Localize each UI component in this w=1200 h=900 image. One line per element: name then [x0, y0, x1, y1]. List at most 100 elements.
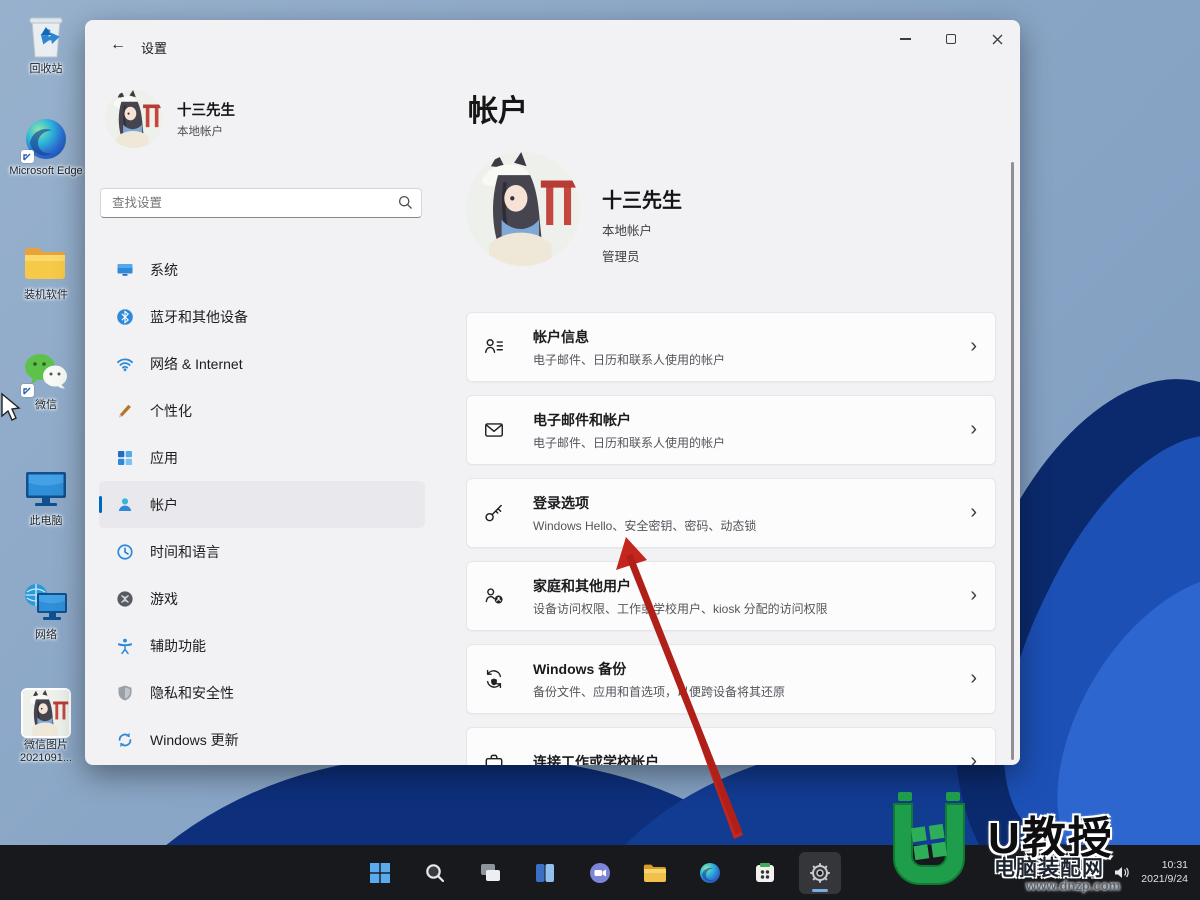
- start-button[interactable]: [359, 852, 401, 894]
- wifi-icon: [117, 357, 133, 371]
- widgets-button[interactable]: [524, 852, 566, 894]
- widgets-icon: [536, 863, 554, 882]
- hidden-icons-chevron[interactable]: [1040, 869, 1052, 877]
- image-file-icon: [23, 690, 69, 736]
- chevron-right-icon: ›: [970, 417, 977, 440]
- search-input[interactable]: [100, 188, 422, 218]
- sidebar-item-gaming[interactable]: 游戏: [99, 575, 425, 622]
- sidebar-item-privacy-security[interactable]: 隐私和安全性: [99, 669, 425, 716]
- minimize-button[interactable]: [882, 20, 928, 58]
- scrollbar[interactable]: [1011, 162, 1014, 760]
- settings-button[interactable]: [799, 851, 841, 894]
- settings-gear-icon: [810, 862, 830, 883]
- sidebar-item-label: 帐户: [150, 496, 178, 513]
- account-profile: 十三先生 本地帐户 管理员: [466, 152, 682, 266]
- chat-button[interactable]: [579, 852, 621, 894]
- edge-button[interactable]: [689, 852, 731, 894]
- card-subtitle: Windows Hello、安全密钥、密码、动态锁: [533, 518, 757, 533]
- maximize-button[interactable]: [928, 20, 974, 58]
- clock-date: 2021/9/24: [1141, 872, 1188, 885]
- sidebar-item-label: Windows 更新: [150, 731, 239, 748]
- sidebar-item-personalization[interactable]: 个性化: [99, 387, 425, 434]
- network-icon: [23, 580, 69, 626]
- sidebar-user-profile[interactable]: 十三先生 本地帐户: [105, 90, 235, 148]
- sidebar-item-windows-update[interactable]: Windows 更新: [99, 716, 425, 763]
- desktop-icon-label: 此电脑: [29, 515, 63, 527]
- card-email-accounts[interactable]: 电子邮件和帐户 电子邮件、日历和联系人使用的帐户 ›: [466, 395, 996, 465]
- shortcut-arrow-icon: [21, 384, 34, 397]
- sidebar-item-apps[interactable]: 应用: [99, 434, 425, 481]
- sidebar-item-label: 应用: [150, 449, 178, 466]
- sidebar-nav: 系统 蓝牙和其他设备 网络 & Internet 个性化 应用 帐户 时间和语言…: [99, 246, 425, 763]
- card-access-work-school[interactable]: 连接工作或学校帐户 ›: [466, 727, 996, 765]
- desktop-icon-edge[interactable]: Microsoft Edge: [8, 116, 84, 178]
- desktop: 回收站 Microsoft Edge 装机软件 微信 此电脑 网络 微信图片 2…: [0, 0, 1200, 900]
- sidebar-item-accessibility[interactable]: 辅助功能: [99, 622, 425, 669]
- card-title: 电子邮件和帐户: [533, 411, 631, 428]
- shortcut-arrow-icon: [21, 150, 34, 163]
- desktop-icon-label: 网络: [35, 629, 57, 641]
- sidebar-item-label: 隐私和安全性: [150, 684, 234, 701]
- taskbar-clock[interactable]: 10:31 2021/9/24: [1141, 859, 1188, 886]
- bluetooth-icon: [117, 308, 133, 325]
- email-icon: [485, 423, 503, 437]
- backup-sync-icon: [486, 669, 502, 689]
- shield-icon: [118, 685, 132, 700]
- sidebar-item-accounts[interactable]: 帐户: [99, 481, 425, 528]
- back-button[interactable]: ←: [103, 32, 133, 58]
- card-subtitle: 电子邮件、日历和联系人使用的帐户: [533, 435, 726, 450]
- desktop-icon-folder[interactable]: 装机软件: [8, 240, 84, 302]
- sidebar-item-bluetooth-devices[interactable]: 蓝牙和其他设备: [99, 293, 425, 340]
- accessibility-icon: [118, 638, 132, 654]
- folder-icon: [23, 240, 69, 286]
- close-button[interactable]: [974, 20, 1020, 58]
- task-view-icon: [481, 863, 500, 881]
- chevron-right-icon: ›: [970, 749, 977, 766]
- card-family-other-users[interactable]: 家庭和其他用户 设备访问权限、工作或学校用户、kiosk 分配的访问权限 ›: [466, 561, 996, 631]
- wechat-icon: [21, 350, 69, 397]
- card-windows-backup[interactable]: Windows 备份 备份文件、应用和首选项，以便跨设备将其还原 ›: [466, 644, 996, 714]
- card-subtitle: 电子邮件、日历和联系人使用的帐户: [533, 352, 726, 367]
- display-tray-icon[interactable]: [1086, 866, 1103, 879]
- card-sign-in-options[interactable]: 登录选项 Windows Hello、安全密钥、密码、动态锁 ›: [466, 478, 996, 548]
- desktop-icon-recycle-bin[interactable]: 回收站: [8, 14, 84, 76]
- app-tile-button[interactable]: [744, 852, 786, 894]
- paintbrush-icon: [119, 404, 131, 417]
- card-account-info[interactable]: 帐户信息 电子邮件、日历和联系人使用的帐户 ›: [466, 312, 996, 382]
- sidebar-item-time-language[interactable]: 时间和语言: [99, 528, 425, 575]
- key-icon: [485, 504, 502, 522]
- desktop-icon-label: 微信: [35, 399, 57, 411]
- search-icon: [398, 195, 412, 209]
- this-pc-icon: [23, 466, 69, 512]
- sidebar-item-system[interactable]: 系统: [99, 246, 425, 293]
- account-info-icon: [485, 339, 503, 353]
- file-explorer-button[interactable]: [634, 852, 676, 894]
- sidebar-item-network[interactable]: 网络 & Internet: [99, 340, 425, 387]
- desktop-icon-image-file[interactable]: 微信图片 2021091...: [8, 690, 84, 764]
- sidebar-item-label: 辅助功能: [150, 637, 206, 654]
- card-title: 连接工作或学校帐户: [533, 754, 659, 765]
- speaker-tray-icon[interactable]: [1114, 866, 1130, 879]
- taskbar: 中 10:31 2021/9/24: [0, 845, 1200, 900]
- user-avatar-large: [466, 152, 580, 266]
- chevron-right-icon: ›: [970, 500, 977, 523]
- desktop-icon-network[interactable]: 网络: [8, 580, 84, 642]
- sidebar-item-label: 蓝牙和其他设备: [150, 308, 248, 325]
- desktop-icon-label: 装机软件: [24, 289, 68, 301]
- card-subtitle: 设备访问权限、工作或学校用户、kiosk 分配的访问权限: [533, 601, 828, 616]
- edge-icon: [700, 862, 720, 883]
- teams-chat-icon: [590, 862, 610, 883]
- sidebar-item-label: 网络 & Internet: [150, 355, 243, 372]
- user-name: 十三先生: [177, 103, 235, 119]
- search-button[interactable]: [414, 852, 456, 894]
- user-account-type: 本地帐户: [177, 126, 223, 138]
- chevron-right-icon: ›: [970, 666, 977, 689]
- ime-indicator[interactable]: 中: [1063, 864, 1075, 881]
- window-title: 设置: [141, 41, 168, 56]
- task-view-button[interactable]: [469, 852, 511, 894]
- family-users-icon: [485, 588, 503, 604]
- windows-logo-icon: [370, 862, 390, 883]
- desktop-icon-this-pc[interactable]: 此电脑: [8, 466, 84, 528]
- windows-update-icon: [118, 732, 132, 747]
- sidebar-item-label: 系统: [150, 261, 178, 278]
